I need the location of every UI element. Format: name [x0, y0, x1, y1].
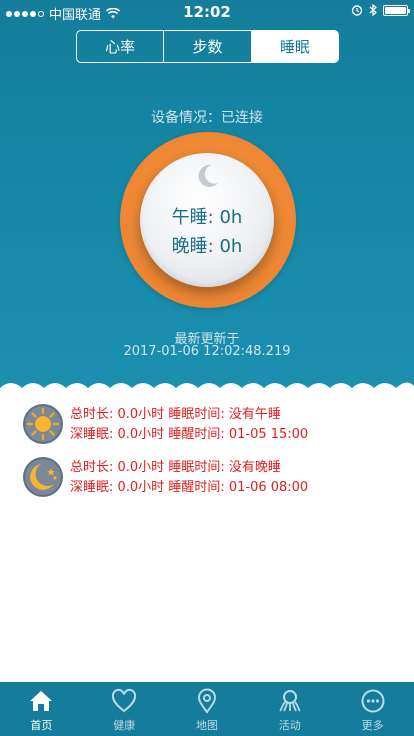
nap-duration: 午睡: 0h: [171, 207, 243, 228]
tab-sleep[interactable]: 睡眠: [251, 31, 338, 62]
record-summary: 总时长: 0.0小时 睡眠时间: 没有午睡: [70, 407, 281, 422]
bottom-tab-bar: 首页 健康 地图 活动 更多: [0, 682, 414, 736]
map-pin-icon: [197, 688, 216, 714]
list-item[interactable]: 总时长: 0.0小时 睡眠时间: 没有晚睡 深睡眠: 0.0小时 睡醒时间: 0…: [22, 454, 402, 498]
tabbar-home[interactable]: 首页: [0, 682, 83, 736]
bluetooth-icon: [369, 4, 377, 16]
tabbar-label: 首页: [30, 719, 53, 732]
alarm-icon: [351, 5, 363, 16]
updated-time: 2017-01-06 12:02:48.219: [123, 344, 291, 359]
activity-icon: [279, 690, 301, 712]
tabbar-activity[interactable]: 活动: [248, 682, 331, 736]
segment-control: 心率 步数 睡眠: [76, 30, 339, 63]
tab-heart-rate[interactable]: 心率: [77, 31, 165, 62]
night-duration: 晚睡: 0h: [171, 236, 243, 257]
moon-stars-icon: [23, 457, 63, 497]
tabbar-label: 地图: [195, 719, 218, 732]
cloud-divider: [0, 382, 414, 392]
tabbar-health[interactable]: 健康: [83, 682, 166, 736]
record-detail: 深睡眠: 0.0小时 睡醒时间: 01-05 15:00: [70, 427, 309, 442]
record-summary: 总时长: 0.0小时 睡眠时间: 没有晚睡: [70, 460, 281, 475]
battery-icon: [383, 4, 410, 16]
tabbar-label: 健康: [113, 719, 136, 732]
device-status: 设备情况：已连接: [151, 110, 263, 126]
heart-icon: [112, 688, 137, 713]
header-area: 中国联通 12:02 心率 步数 睡眠 设备情况：已连接 午睡: 0h 晚睡: …: [0, 0, 414, 392]
home-icon: [30, 691, 53, 711]
tab-steps[interactable]: 步数: [164, 31, 252, 62]
tabbar-map[interactable]: 地图: [166, 682, 249, 736]
tabbar-label: 活动: [278, 719, 301, 732]
tabbar-label: 更多: [361, 719, 384, 732]
more-icon: [361, 689, 385, 713]
tabbar-more[interactable]: 更多: [331, 682, 414, 736]
sun-icon: [23, 404, 63, 444]
list-item[interactable]: 总时长: 0.0小时 睡眠时间: 没有午睡 深睡眠: 0.0小时 睡醒时间: 0…: [22, 401, 402, 445]
record-detail: 深睡眠: 0.0小时 睡醒时间: 01-06 08:00: [70, 480, 309, 495]
moon-icon: [198, 164, 218, 187]
status-bar: 中国联通 12:02: [0, 0, 414, 24]
